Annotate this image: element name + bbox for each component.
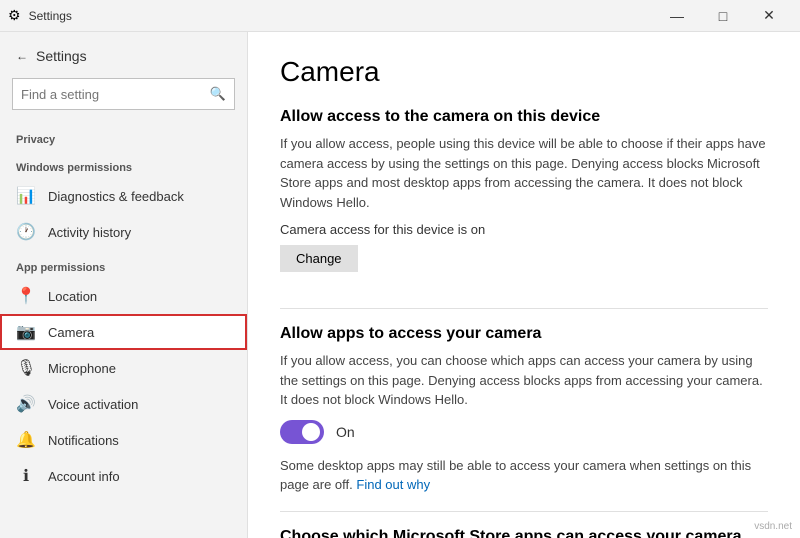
notifications-icon: 🔔 [16,430,36,450]
notifications-label: Notifications [48,433,119,448]
sidebar-item-camera[interactable]: 📷 Camera [0,314,247,350]
section1-desc: If you allow access, people using this d… [280,134,768,212]
diagnostics-label: Diagnostics & feedback [48,189,184,204]
app-container: ← Settings 🔍 Privacy Windows permissions… [0,32,800,538]
toggle-row: On [280,420,768,444]
camera-access-status: Camera access for this device is on [280,222,768,237]
main-content: Camera Allow access to the camera on thi… [248,32,800,538]
privacy-section-label: Privacy [0,122,247,150]
account-info-label: Account info [48,469,120,484]
divider1 [280,308,768,309]
sidebar-item-voice-activation[interactable]: 🔊 Voice activation [0,386,247,422]
close-button[interactable]: ✕ [746,0,792,32]
camera-toggle[interactable] [280,420,324,444]
title-bar-left: ⚙ Settings [8,7,72,24]
sidebar-item-activity-history[interactable]: 🕐 Activity history [0,214,247,250]
toggle-label: On [336,424,355,440]
minimize-button[interactable]: — [654,0,700,32]
section3-title: Choose which Microsoft Store apps can ac… [280,528,768,538]
diagnostics-icon: 📊 [16,186,36,206]
maximize-button[interactable]: □ [700,0,746,32]
section1-title: Allow access to the camera on this devic… [280,108,768,126]
camera-icon: 📷 [16,322,36,342]
desktop-apps-note: Some desktop apps may still be able to a… [280,456,768,495]
microphone-label: Microphone [48,361,116,376]
camera-label: Camera [48,325,94,340]
app-permissions-label: App permissions [0,250,247,278]
title-bar-controls: — □ ✕ [654,0,792,32]
section2-title: Allow apps to access your camera [280,325,768,343]
voice-icon: 🔊 [16,394,36,414]
sidebar-item-diagnostics[interactable]: 📊 Diagnostics & feedback [0,178,247,214]
sidebar-item-location[interactable]: 📍 Location [0,278,247,314]
activity-icon: 🕐 [16,222,36,242]
windows-permissions-label: Windows permissions [0,150,247,178]
change-button[interactable]: Change [280,245,358,272]
section2-desc: If you allow access, you can choose whic… [280,351,768,410]
page-title: Camera [280,56,768,88]
location-icon: 📍 [16,286,36,306]
activity-label: Activity history [48,225,131,240]
divider2 [280,511,768,512]
sidebar-back-label: Settings [36,48,87,64]
sidebar: ← Settings 🔍 Privacy Windows permissions… [0,32,248,538]
note-text: Some desktop apps may still be able to a… [280,458,751,493]
search-input[interactable] [21,87,210,102]
voice-label: Voice activation [48,397,138,412]
search-icon: 🔍 [210,86,226,102]
find-out-why-link[interactable]: Find out why [356,477,430,492]
sidebar-item-account-info[interactable]: ℹ Account info [0,458,247,494]
sidebar-item-notifications[interactable]: 🔔 Notifications [0,422,247,458]
settings-icon: ⚙ [8,7,21,24]
title-bar-title: Settings [29,9,72,23]
account-info-icon: ℹ [16,466,36,486]
sidebar-item-microphone[interactable]: 🎙 Microphone [0,350,247,386]
microphone-icon: 🎙 [16,358,36,378]
toggle-thumb [302,423,320,441]
watermark: vsdn.net [754,521,792,532]
sidebar-back-button[interactable]: ← Settings [0,40,247,72]
back-arrow-icon: ← [16,49,28,63]
location-label: Location [48,289,97,304]
search-box[interactable]: 🔍 [12,78,235,110]
title-bar: ⚙ Settings — □ ✕ [0,0,800,32]
